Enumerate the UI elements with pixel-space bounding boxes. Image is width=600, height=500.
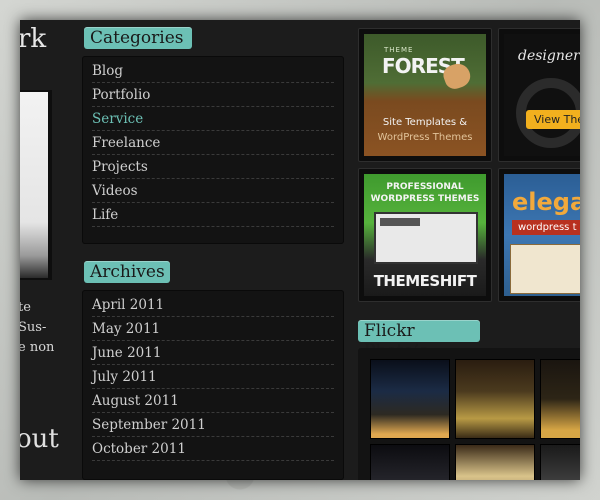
themeshift-ad[interactable]: PROFESSIONAL WORDPRESS THEMES THEMESHIFT bbox=[358, 168, 492, 302]
archive-link[interactable]: August 2011 bbox=[92, 389, 334, 413]
left-text: te Sus- e non bbox=[20, 298, 78, 358]
category-link-active[interactable]: Service bbox=[92, 107, 334, 131]
left-text-line: Sus- bbox=[20, 320, 47, 335]
elegant-tag: wordpress t bbox=[512, 220, 580, 235]
archives-title: Archives bbox=[84, 261, 170, 283]
category-link[interactable]: Projects bbox=[92, 155, 334, 179]
designer-themes-ad[interactable]: designer th View The bbox=[498, 28, 580, 162]
left-column: rk te Sus- e non out bbox=[20, 20, 78, 480]
flickr-photo[interactable] bbox=[455, 359, 535, 439]
left-heading: rk bbox=[20, 24, 47, 54]
archive-link[interactable]: July 2011 bbox=[92, 365, 334, 389]
themeshift-logo: THEMESHIFT bbox=[373, 272, 477, 290]
designer-ad-title: designer th bbox=[518, 48, 580, 64]
about-heading: out bbox=[20, 424, 59, 454]
category-link[interactable]: Videos bbox=[92, 179, 334, 203]
archive-link[interactable]: October 2011 bbox=[92, 437, 334, 461]
elegant-themes-ad[interactable]: elega wordpress t bbox=[498, 168, 580, 302]
flickr-photo[interactable] bbox=[455, 444, 535, 480]
flickr-photo[interactable] bbox=[540, 359, 580, 439]
left-text-line: e non bbox=[20, 340, 55, 355]
elegant-screenshot bbox=[510, 244, 580, 294]
flickr-gallery bbox=[358, 348, 580, 480]
themeforest-small-text: THEME bbox=[384, 46, 414, 54]
categories-title: Categories bbox=[84, 27, 192, 49]
category-link[interactable]: Life bbox=[92, 203, 334, 227]
left-text-line: te bbox=[20, 300, 31, 315]
flickr-photo[interactable] bbox=[540, 444, 580, 480]
archive-link[interactable]: May 2011 bbox=[92, 317, 334, 341]
archives-list: April 2011 May 2011 June 2011 July 2011 … bbox=[82, 290, 344, 480]
themeforest-tagline-2: WordPress Themes bbox=[377, 132, 473, 143]
category-link[interactable]: Blog bbox=[92, 59, 334, 83]
categories-list: Blog Portfolio Service Freelance Project… bbox=[82, 56, 344, 244]
category-link[interactable]: Freelance bbox=[92, 131, 334, 155]
archive-link[interactable]: June 2011 bbox=[92, 341, 334, 365]
left-photo bbox=[20, 90, 52, 280]
page-frame: rk te Sus- e non out Categories Blog Por… bbox=[20, 20, 580, 480]
archive-link[interactable]: April 2011 bbox=[92, 293, 334, 317]
themeshift-tagline-2: WORDPRESS THEMES bbox=[370, 194, 480, 204]
themeforest-tagline-1: Site Templates & bbox=[382, 117, 468, 128]
themeshift-tagline-1: PROFESSIONAL bbox=[386, 182, 464, 192]
themeshift-screenshot bbox=[374, 212, 478, 264]
flickr-title: Flickr Photo’s bbox=[358, 320, 480, 361]
category-link[interactable]: Portfolio bbox=[92, 83, 334, 107]
view-themes-button[interactable]: View The bbox=[526, 110, 580, 129]
flickr-photo[interactable] bbox=[370, 444, 450, 480]
elegant-logo: elega bbox=[512, 188, 580, 216]
themeforest-ad[interactable]: THEME FOREST Site Templates & WordPress … bbox=[358, 28, 492, 162]
flickr-photo[interactable] bbox=[370, 359, 450, 439]
archive-link[interactable]: September 2011 bbox=[92, 413, 334, 437]
